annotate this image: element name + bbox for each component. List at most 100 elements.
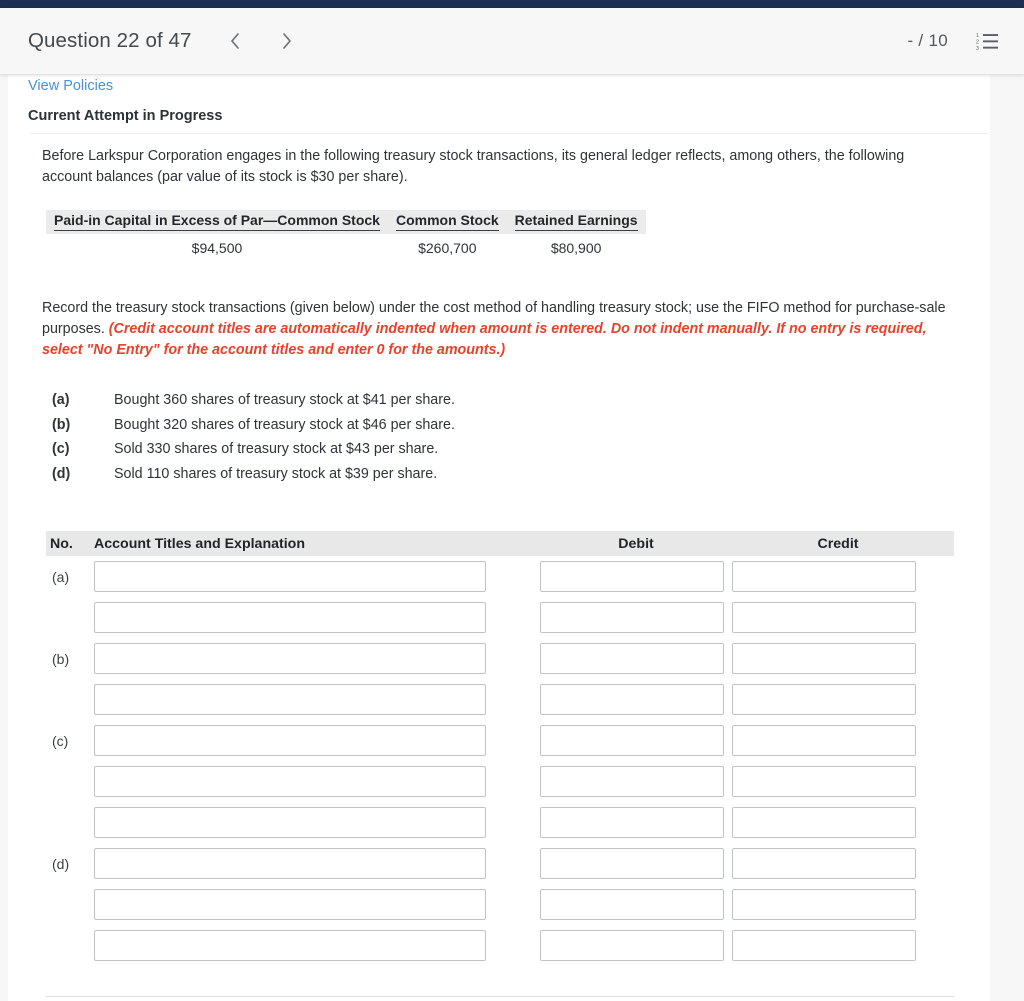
transaction-text: Sold 110 shares of treasury stock at $39… (114, 465, 438, 482)
debit-amount-input[interactable] (540, 889, 724, 920)
account-title-input[interactable] (94, 602, 486, 633)
account-title-input[interactable] (94, 889, 486, 920)
table-row: (a) (46, 556, 954, 597)
balances-header-common-stock: Common Stock (387, 210, 507, 234)
attempt-status-label: Current Attempt in Progress (28, 108, 223, 124)
header-right-group: - / 10 1 2 3 (907, 31, 998, 52)
account-title-input[interactable] (94, 930, 486, 961)
account-title-input[interactable] (94, 684, 486, 715)
list-item: (d) Sold 110 shares of treasury stock at… (52, 466, 455, 491)
journal-cell-account (94, 725, 540, 756)
credit-amount-input[interactable] (732, 602, 916, 633)
numbered-list-icon[interactable]: 1 2 3 (976, 31, 998, 52)
list-item: (b) Bought 320 shares of treasury stock … (52, 417, 455, 442)
journal-cell-credit (732, 889, 944, 920)
transaction-letter: (d) (52, 465, 71, 482)
table-row: (c) (46, 720, 954, 761)
table-row (46, 679, 954, 720)
journal-cell-debit (540, 684, 732, 715)
journal-cell-credit (732, 643, 944, 674)
question-header-bar: Question 22 of 47 - / 10 1 2 3 (0, 8, 1024, 75)
account-title-input[interactable] (94, 561, 486, 592)
transaction-text: Sold 330 shares of treasury stock at $43… (114, 441, 439, 457)
column-header-debit: Debit (618, 535, 654, 552)
transaction-letter: (b) (52, 416, 71, 433)
journal-row-number: (b) (52, 650, 70, 667)
debit-amount-input[interactable] (540, 602, 724, 633)
next-question-button[interactable] (270, 24, 304, 58)
credit-amount-input[interactable] (732, 848, 916, 879)
question-nav (218, 24, 304, 58)
bottom-divider (46, 996, 954, 997)
transaction-text: Bought 360 shares of treasury stock at $… (114, 392, 455, 408)
balance-value-retained-earnings: $80,900 (550, 240, 602, 256)
table-row (46, 597, 954, 638)
table-row (46, 802, 954, 843)
journal-cell-account (94, 684, 540, 715)
debit-amount-input[interactable] (540, 684, 724, 715)
view-policies-link[interactable]: View Policies (28, 78, 113, 94)
account-title-input[interactable] (94, 643, 486, 674)
column-header-no: No. (50, 535, 73, 552)
journal-cell-account (94, 602, 540, 633)
svg-text:2: 2 (976, 40, 979, 46)
transaction-text: Bought 320 shares of treasury stock at $… (114, 416, 455, 433)
svg-text:3: 3 (976, 46, 979, 51)
credit-amount-input[interactable] (732, 725, 916, 756)
journal-cell-debit (540, 766, 732, 797)
account-title-input[interactable] (94, 848, 486, 879)
debit-amount-input[interactable] (540, 766, 724, 797)
debit-amount-input[interactable] (540, 725, 724, 756)
debit-amount-input[interactable] (540, 930, 724, 961)
journal-cell-debit (540, 725, 732, 756)
balance-value-common-stock: $260,700 (418, 240, 477, 256)
account-title-input[interactable] (94, 766, 486, 797)
transaction-list: (a) Bought 360 shares of treasury stock … (52, 392, 455, 490)
journal-cell-credit (732, 848, 944, 879)
debit-amount-input[interactable] (540, 848, 724, 879)
app-top-bar (0, 0, 1024, 8)
journal-cell-debit (540, 561, 732, 592)
debit-amount-input[interactable] (540, 561, 724, 592)
list-item: (c) Sold 330 shares of treasury stock at… (52, 441, 455, 466)
account-title-input[interactable] (94, 725, 486, 756)
table-row (46, 925, 954, 966)
credit-amount-input[interactable] (732, 807, 916, 838)
credit-amount-input[interactable] (732, 889, 916, 920)
chevron-left-icon (229, 32, 241, 50)
journal-cell-credit (732, 684, 944, 715)
journal-cell-credit (732, 930, 944, 961)
journal-cell-debit (540, 889, 732, 920)
credit-amount-input[interactable] (732, 930, 916, 961)
credit-amount-input[interactable] (732, 643, 916, 674)
journal-row-number: (d) (52, 855, 70, 872)
credit-amount-input[interactable] (732, 684, 916, 715)
debit-amount-input[interactable] (540, 643, 724, 674)
journal-cell-debit (540, 807, 732, 838)
list-item: (a) Bought 360 shares of treasury stock … (52, 392, 455, 417)
balance-value-paid-in-capital: $94,500 (191, 240, 243, 256)
journal-body: (a) (b) (c) (d) (46, 556, 954, 966)
credit-amount-input[interactable] (732, 561, 916, 592)
credit-amount-input[interactable] (732, 766, 916, 797)
journal-cell-debit (540, 930, 732, 961)
transaction-letter: (c) (52, 441, 70, 457)
debit-amount-input[interactable] (540, 807, 724, 838)
journal-cell-credit (732, 602, 944, 633)
score-display: - / 10 (907, 31, 948, 50)
journal-cell-credit (732, 561, 944, 592)
chevron-right-icon (281, 32, 293, 50)
balances-header-row: Paid-in Capital in Excess of Par—Common … (46, 210, 646, 234)
journal-cell-debit (540, 643, 732, 674)
journal-cell-credit (732, 725, 944, 756)
column-header-credit: Credit (817, 535, 859, 552)
previous-question-button[interactable] (218, 24, 252, 58)
account-title-input[interactable] (94, 807, 486, 838)
journal-cell-account (94, 848, 540, 879)
journal-row-number: (a) (52, 568, 70, 585)
journal-row-number: (c) (52, 732, 69, 749)
account-balances-table: Paid-in Capital in Excess of Par—Common … (46, 210, 646, 258)
record-instructions-note: (Credit account titles are automatically… (42, 321, 927, 358)
header-divider (30, 133, 988, 134)
table-row: (d) (46, 843, 954, 884)
